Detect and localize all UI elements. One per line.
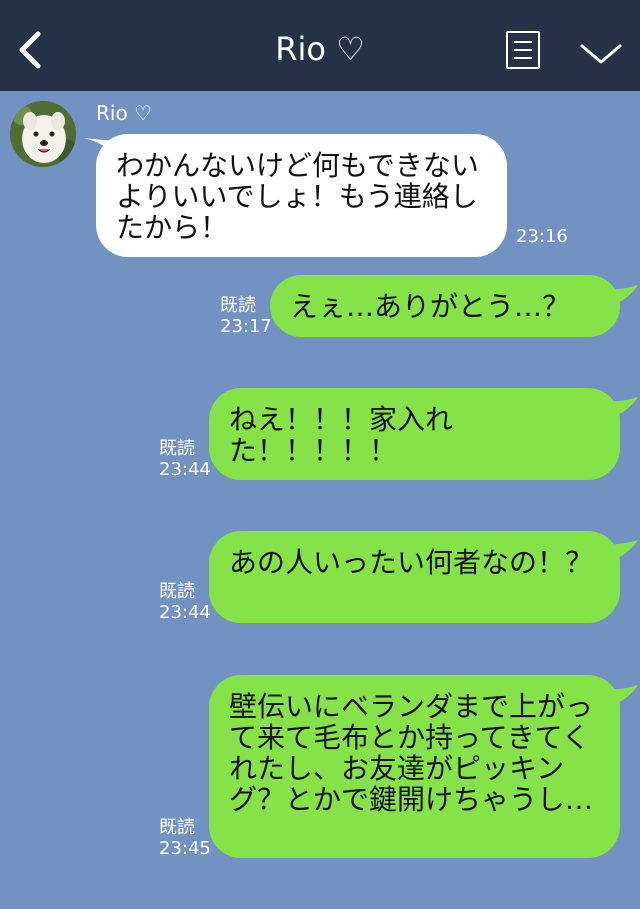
- read-receipt: 既読: [159, 438, 195, 459]
- read-receipt: 既読: [159, 817, 195, 838]
- message-time: 23:17: [220, 316, 272, 337]
- message-bubble-sent[interactable]: 壁伝いにベランダまで上がって来て毛布とか持ってきてくれたし、お友達がピッキング？…: [209, 675, 620, 858]
- message-bubble-sent[interactable]: えぇ…ありがとう…？: [270, 275, 620, 337]
- message-time: 23:44: [159, 459, 211, 480]
- dog-avatar-icon: [10, 101, 76, 167]
- contact-avatar[interactable]: [10, 101, 76, 167]
- message-time: 23:16: [516, 226, 568, 247]
- menu-icon[interactable]: [506, 31, 540, 69]
- chat-header: Rio ♡: [0, 0, 640, 91]
- read-receipt: 既読: [159, 581, 195, 602]
- chevron-down-icon[interactable]: [578, 40, 624, 68]
- message-time: 23:44: [159, 602, 211, 623]
- read-receipt: 既読: [220, 295, 256, 316]
- sender-name: Rio ♡: [96, 101, 152, 125]
- chat-title: Rio ♡: [275, 30, 365, 68]
- message-time: 23:45: [159, 838, 211, 859]
- message-bubble-received[interactable]: わかんないけど何もできないよりいいでしょ！もう連絡したから！: [96, 134, 507, 257]
- message-bubble-sent[interactable]: あの人いったい何者なの！？: [209, 531, 620, 623]
- message-bubble-sent[interactable]: ねえ！！！家入れた！！！！！: [209, 388, 620, 480]
